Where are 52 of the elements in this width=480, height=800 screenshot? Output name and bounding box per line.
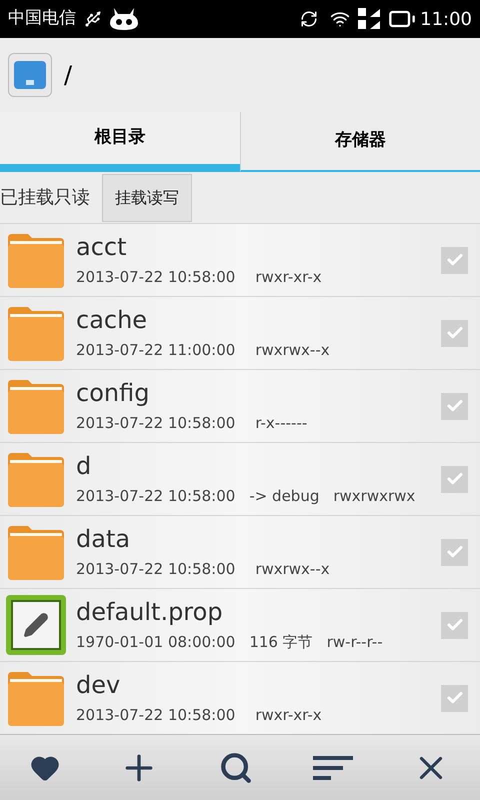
permissions: rwxrwx--x [255,340,330,361]
usb-icon [84,10,102,28]
carrier-name: 中国电信 [8,7,76,30]
mount-status: 已挂载只读 [0,186,90,210]
app-icon[interactable] [8,53,52,97]
modified-date: 2013-07-22 10:58:00 [76,558,236,580]
signal-icon [358,7,380,31]
modified-date: 1970-01-01 08:00:00 [76,632,236,653]
permissions: rw-r--r-- [326,632,383,653]
checkbox[interactable] [441,684,468,712]
checkbox[interactable] [441,392,468,420]
mount-read-write-button[interactable]: 挂载读写 [102,174,192,222]
robot-icon [110,8,138,30]
checkbox[interactable] [441,466,468,492]
clock-time: 11:00 [420,8,472,32]
file-row[interactable]: cache 2013-07-22 11:00:00 rwxrwx--x [0,296,480,369]
permissions: rwxr-xr-x [255,266,322,288]
modified-date: 2013-07-22 10:58:00 [76,704,236,726]
checkbox[interactable] [441,320,468,346]
checkbox[interactable] [441,246,468,274]
checkbox[interactable] [441,538,468,566]
modified-date: 2013-07-22 10:58:00 [76,412,236,434]
search-icon [218,750,253,784]
file-row[interactable]: acct 2013-07-22 10:58:00 rwxr-xr-x [0,223,480,296]
file-name: dev [76,670,122,700]
file-name: cache [76,304,148,335]
file-row[interactable]: default.prop 1970-01-01 08:00:00 116 字节 rw-r--r-- [0,588,480,661]
sync-icon [300,10,318,28]
file-name: default.prop [76,596,224,627]
file-detail: 116 字节 [249,632,313,653]
current-path: / [64,60,72,91]
file-row[interactable]: config 2013-07-22 10:58:00 r-x------ [0,369,480,442]
text-file-icon [6,595,66,655]
tab[interactable]: 根目录 [0,112,240,172]
modified-date: 2013-07-22 10:58:00 [76,266,236,288]
permissions: rwxr-xr-x [255,704,322,726]
file-name: d [76,450,92,481]
file-name: acct [76,232,128,262]
permissions: r-x------ [255,412,308,434]
tab[interactable]: 存储器 [240,112,480,172]
modified-date: 2013-07-22 10:58:00 [76,486,236,507]
checkbox[interactable] [441,612,468,638]
file-name: config [76,378,150,408]
file-name: data [76,524,132,554]
file-row[interactable]: d 2013-07-22 10:58:00 -> debug rwxrwxrwx [0,442,480,515]
file-row[interactable]: dev 2013-07-22 10:58:00 rwxr-xr-x [0,661,480,734]
file-row[interactable]: data 2013-07-22 10:58:00 rwxrwx--x [0,515,480,588]
search-button[interactable] [218,750,253,784]
modified-date: 2013-07-22 11:00:00 [76,340,236,361]
permissions: rwxrwxrwx [333,486,416,507]
permissions: rwxrwx--x [255,558,330,580]
file-detail: -> debug [249,486,320,507]
